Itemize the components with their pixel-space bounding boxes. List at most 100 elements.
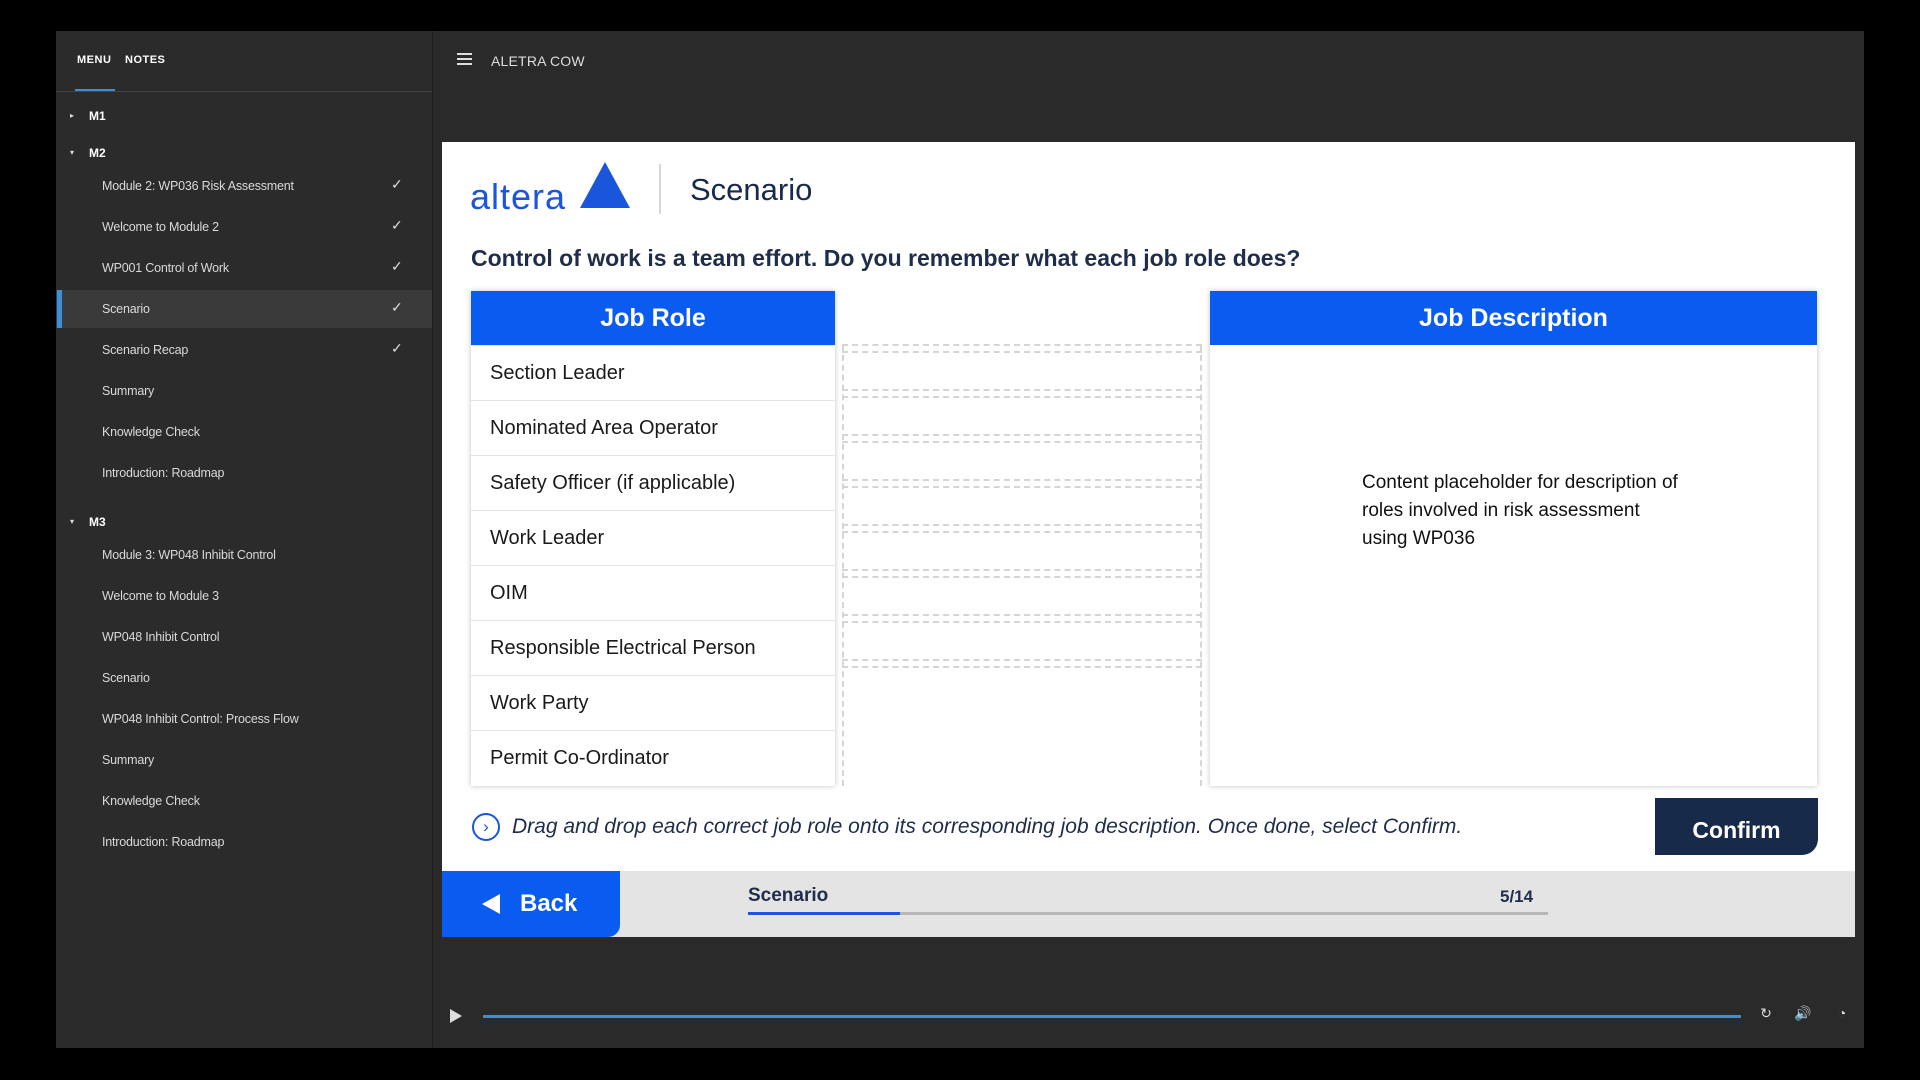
back-label: Back <box>520 890 578 917</box>
sidebar: MENU NOTES ▸ M1 ▾ M2 Module 2: WP036 Ris… <box>56 31 433 1048</box>
menu-item-label: Welcome to Module 3 <box>102 589 219 603</box>
caret-down-icon: ▾ <box>70 517 75 526</box>
menu-item-label: Scenario Recap <box>102 343 189 357</box>
menu-item-label: Module 3: WP048 Inhibit Control <box>102 548 276 562</box>
header-divider <box>659 164 661 214</box>
track-line <box>842 479 1202 488</box>
menu-item[interactable]: Summary <box>56 372 432 410</box>
caret-down-icon: ▾ <box>70 148 75 157</box>
menu-group-label: M3 <box>89 515 106 529</box>
menu-item-label: WP001 Control of Work <box>102 261 229 275</box>
menu-group-m2[interactable]: ▾ M2 <box>56 138 432 168</box>
track-edge <box>1200 345 1202 786</box>
caret-right-icon: ▸ <box>70 111 75 120</box>
check-icon: ✓ <box>391 340 403 356</box>
menu-item-label: Scenario <box>102 671 150 685</box>
menu-item[interactable]: Module 3: WP048 Inhibit Control <box>56 536 432 574</box>
menu-item-label: Introduction: Roadmap <box>102 466 225 480</box>
active-tab-indicator <box>75 89 115 91</box>
track-line <box>842 389 1202 398</box>
menu-item-label: Module 2: WP036 Risk Assessment <box>102 179 294 193</box>
menu-item[interactable]: Knowledge Check <box>56 413 432 451</box>
logo-text: altera <box>470 176 567 217</box>
confirm-button[interactable]: Confirm <box>1655 798 1818 855</box>
check-icon: ✓ <box>391 299 403 315</box>
chevron-right-circle-icon: › <box>472 813 500 841</box>
menu-item-label: WP048 Inhibit Control <box>102 630 220 644</box>
menu-item[interactable]: WP048 Inhibit Control: Process Flow <box>56 700 432 738</box>
replay-icon[interactable]: ↻ <box>1757 1004 1775 1022</box>
drag-track-area <box>842 344 1202 786</box>
menu-group-m1[interactable]: ▸ M1 <box>56 101 432 131</box>
menu-item[interactable]: WP001 Control of Work ✓ <box>56 249 432 287</box>
menu-item[interactable]: Introduction: Roadmap <box>56 454 432 492</box>
draggable-role[interactable]: Work Party <box>471 675 835 730</box>
description-text: Content placeholder for description of r… <box>1362 472 1678 549</box>
job-description-drop-target[interactable]: Job Description Content placeholder for … <box>1210 291 1817 786</box>
menu-group-label: M1 <box>89 109 106 123</box>
speed-icon[interactable]: ◔ <box>1833 1004 1851 1022</box>
menu-item-active[interactable]: Scenario ✓ <box>56 290 432 328</box>
draggable-role[interactable]: Safety Officer (if applicable) <box>471 455 835 510</box>
menu-item-label: Introduction: Roadmap <box>102 835 225 849</box>
course-title: ALETRA COW <box>491 53 585 69</box>
back-arrow-icon <box>482 894 500 914</box>
menu-item-label: Knowledge Check <box>102 794 200 808</box>
job-role-panel: Job Role Section Leader Nominated Area O… <box>471 291 835 786</box>
menu-item-label: Knowledge Check <box>102 425 200 439</box>
draggable-role[interactable]: Section Leader <box>471 345 835 400</box>
slide: altera Scenario Control of work is a tea… <box>442 142 1855 937</box>
menu-item-label: Summary <box>102 753 155 767</box>
check-icon: ✓ <box>391 217 403 233</box>
course-player: MENU NOTES ▸ M1 ▾ M2 Module 2: WP036 Ris… <box>56 31 1864 1048</box>
menu-group-m3[interactable]: ▾ M3 <box>56 507 432 537</box>
draggable-role[interactable]: Nominated Area Operator <box>471 400 835 455</box>
menu-item[interactable]: Introduction: Roadmap <box>56 823 432 861</box>
menu-item[interactable]: Module 2: WP036 Risk Assessment ✓ <box>56 167 432 205</box>
sidebar-tabs: MENU NOTES <box>56 31 432 92</box>
track-line <box>842 659 1202 668</box>
active-indicator <box>57 290 62 328</box>
check-icon: ✓ <box>391 176 403 192</box>
track-line <box>842 344 1202 353</box>
seek-bar[interactable] <box>483 1015 1741 1018</box>
menu-item[interactable]: Welcome to Module 3 <box>56 577 432 615</box>
track-line <box>842 569 1202 578</box>
job-role-header: Job Role <box>471 291 835 345</box>
altera-logo: altera <box>470 162 635 217</box>
job-description-header: Job Description <box>1210 291 1817 345</box>
menu-item[interactable]: Welcome to Module 2 ✓ <box>56 208 432 246</box>
question-text: Control of work is a team effort. Do you… <box>471 245 1301 271</box>
track-edge <box>842 345 844 786</box>
tab-notes[interactable]: NOTES <box>125 54 165 66</box>
menu-item-label: Scenario <box>102 302 150 316</box>
progress-track <box>748 912 1548 915</box>
play-icon[interactable] <box>450 1009 462 1023</box>
back-button[interactable]: Back <box>442 871 620 937</box>
menu-item[interactable]: Summary <box>56 741 432 779</box>
draggable-role[interactable]: OIM <box>471 565 835 620</box>
progress-label: Scenario <box>748 885 829 906</box>
progress-fill <box>748 912 900 915</box>
menu-group-label: M2 <box>89 146 106 160</box>
topbar: ALETRA COW <box>433 31 1864 91</box>
draggable-role[interactable]: Responsible Electrical Person <box>471 620 835 675</box>
track-line <box>842 614 1202 623</box>
menu-item[interactable]: Scenario <box>56 659 432 697</box>
slide-title: Scenario <box>690 172 813 207</box>
logo-triangle-icon <box>580 162 630 208</box>
volume-icon[interactable]: 🔊 <box>1794 1004 1812 1022</box>
menu-item-label: WP048 Inhibit Control: Process Flow <box>102 712 299 726</box>
menu-item[interactable]: Scenario Recap ✓ <box>56 331 432 369</box>
menu-item[interactable]: Knowledge Check <box>56 782 432 820</box>
draggable-role[interactable]: Permit Co-Ordinator <box>471 730 835 785</box>
instruction-text: Drag and drop each correct job role onto… <box>512 815 1463 838</box>
menu-item[interactable]: WP048 Inhibit Control <box>56 618 432 656</box>
track-line <box>842 434 1202 443</box>
draggable-role[interactable]: Work Leader <box>471 510 835 565</box>
progress-count: 5/14 <box>1500 887 1534 906</box>
slide-footer: Back Scenario 5/14 <box>442 871 1855 937</box>
hamburger-menu-icon[interactable] <box>457 53 472 65</box>
menu-item-label: Welcome to Module 2 <box>102 220 219 234</box>
tab-menu[interactable]: MENU <box>77 54 111 66</box>
